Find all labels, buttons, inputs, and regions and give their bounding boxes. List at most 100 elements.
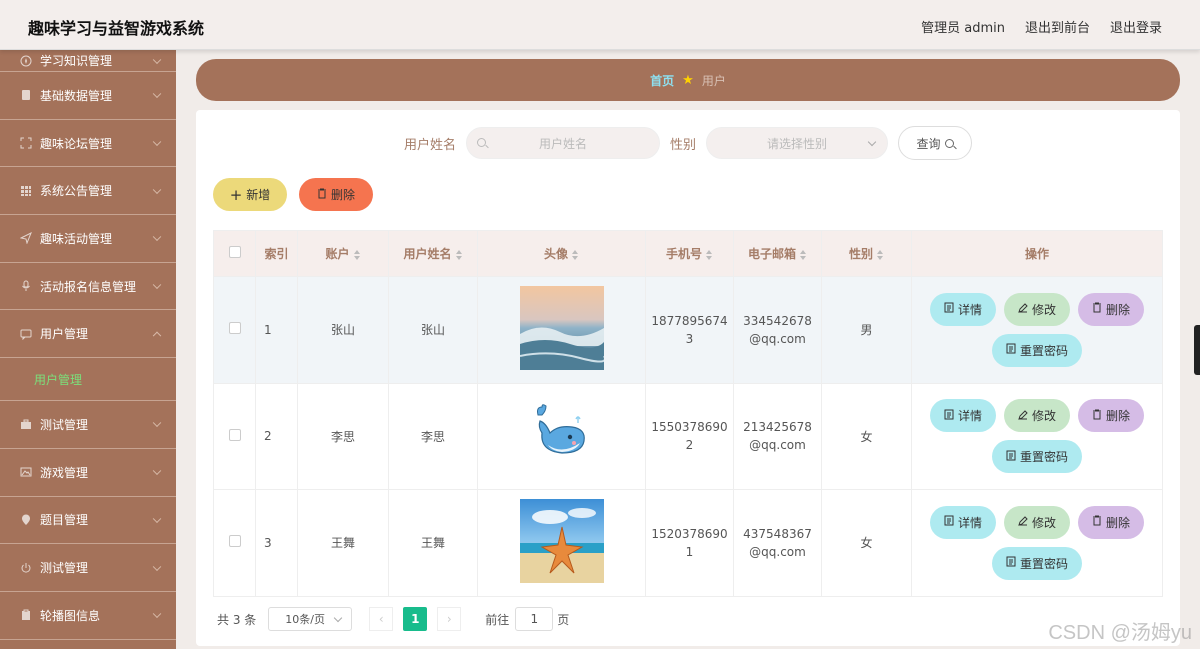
microphone-icon <box>20 280 32 292</box>
detail-button[interactable]: 详情 <box>930 292 996 326</box>
chevron-down-icon <box>152 185 162 194</box>
admin-user-label[interactable]: 管理员 admin <box>921 17 1005 36</box>
trash-icon <box>1092 515 1102 529</box>
sidebar-item-activity[interactable]: 趣味活动管理 <box>0 215 176 263</box>
row-checkbox[interactable] <box>228 535 241 548</box>
cell-ops: 详情 修改 删除 重置密码 <box>911 382 1163 490</box>
edit-button[interactable]: 修改 <box>1004 292 1070 326</box>
sidebar-subitem-users[interactable]: 用户管理 <box>0 358 176 402</box>
trash-icon <box>1092 409 1102 423</box>
batch-delete-button-label: 删除 <box>330 188 355 202</box>
add-button[interactable]: + 新增 <box>213 178 287 211</box>
col-header-avatar[interactable]: 头像 <box>477 230 646 277</box>
page-size-select[interactable]: 10条/页 <box>268 607 353 631</box>
top-bar: 趣味学习与益智游戏系统 管理员 admin 退出到前台 退出登录 <box>0 0 1200 50</box>
exit-to-front-link[interactable]: 退出到前台 <box>1025 17 1090 36</box>
document-icon <box>1006 450 1016 464</box>
chevron-down-icon <box>152 466 162 476</box>
cell-gender: 男 <box>821 276 912 384</box>
table-row[interactable]: 1 张山 张山 1877895674 3 334542678 @qq.com 男 <box>213 276 1163 384</box>
sort-icon <box>800 249 807 260</box>
sort-icon <box>353 249 361 260</box>
prev-page-button[interactable]: ‹ <box>369 607 394 631</box>
pagination-total: 共 3 条 <box>217 612 257 627</box>
sidebar-item-test-2[interactable]: 测试管理 <box>0 544 176 592</box>
page-size-value: 10条/页 <box>285 613 325 626</box>
cell-email: 437548367 @qq.com <box>733 489 822 597</box>
reset-password-button[interactable]: 重置密码 <box>992 333 1082 367</box>
next-page-button[interactable]: › <box>437 607 462 631</box>
action-buttons: + 新增 删除 <box>213 178 373 211</box>
goto-page-input[interactable]: 1 <box>515 607 554 631</box>
reset-password-button-label: 重置密码 <box>1019 343 1068 358</box>
chevron-down-icon <box>152 514 162 523</box>
cell-phone-line-2: 1 <box>685 544 694 559</box>
cell-avatar <box>477 382 646 490</box>
trash-icon <box>317 188 327 202</box>
reset-password-button-label: 重置密码 <box>1019 556 1068 571</box>
edit-button-label: 修改 <box>1031 409 1056 424</box>
name-filter-label: 用户姓名 <box>403 137 456 153</box>
sidebar-item-questions[interactable]: 题目管理 <box>0 497 176 545</box>
sidebar-item-signup[interactable]: 活动报名信息管理 <box>0 263 176 311</box>
cell-name: 王舞 <box>388 489 478 597</box>
delete-button[interactable]: 删除 <box>1078 505 1144 539</box>
name-search-input[interactable]: 用户姓名 <box>466 127 660 159</box>
table-row[interactable]: 3 王舞 王舞 1520378690 1 437548367 @qq.com 女… <box>213 489 1163 597</box>
sidebar-item-forum[interactable]: 趣味论坛管理 <box>0 120 176 168</box>
search-icon <box>944 138 954 148</box>
edit-button-label: 修改 <box>1031 515 1056 530</box>
col-header-index: 索引 <box>255 230 298 277</box>
sidebar-item-users[interactable]: 用户管理 <box>0 310 176 359</box>
goto-label: 前往 <box>485 612 510 627</box>
edit-button[interactable]: 修改 <box>1004 505 1070 539</box>
logout-link[interactable]: 退出登录 <box>1110 17 1162 36</box>
col-header-name[interactable]: 用户姓名 <box>388 230 478 277</box>
batch-delete-button[interactable]: 删除 <box>299 178 373 211</box>
chevron-down-icon <box>152 562 162 571</box>
col-header-account[interactable]: 账户 <box>297 230 389 277</box>
page-number-current[interactable]: 1 <box>403 607 428 631</box>
row-checkbox[interactable] <box>228 428 241 441</box>
sidebar-item-basic-data[interactable]: 基础数据管理 <box>0 72 176 120</box>
chevron-down-icon <box>152 280 162 290</box>
col-header-gender[interactable]: 性别 <box>821 230 912 277</box>
gender-select[interactable]: 请选择性别 <box>706 127 889 159</box>
delete-button[interactable]: 删除 <box>1078 399 1144 433</box>
send-icon <box>20 232 32 245</box>
cell-index: 1 <box>255 276 298 384</box>
delete-button[interactable]: 删除 <box>1078 292 1144 326</box>
sidebar-item-label: 系统公告管理 <box>40 184 113 199</box>
query-button[interactable]: 查询 <box>898 126 973 160</box>
scroll-handle[interactable] <box>1194 325 1200 375</box>
detail-button-label: 详情 <box>957 515 982 530</box>
row-checkbox[interactable] <box>228 322 241 335</box>
reset-password-button[interactable]: 重置密码 <box>992 546 1082 580</box>
col-header-phone[interactable]: 手机号 <box>645 230 734 277</box>
table-row[interactable]: 2 李思 李思 1550378690 2 213425678 @qq.com 女… <box>213 382 1163 490</box>
sidebar-item-study-knowledge[interactable]: 学习知识管理 <box>0 50 176 72</box>
star-icon: ★ <box>682 72 694 88</box>
breadcrumb-home[interactable]: 首页 <box>650 72 674 89</box>
select-all-checkbox[interactable] <box>228 246 241 258</box>
sidebar-item-test[interactable]: 测试管理 <box>0 401 176 449</box>
cell-index: 3 <box>255 489 298 597</box>
clipboard-icon <box>20 609 32 621</box>
delete-button-label: 删除 <box>1105 302 1130 317</box>
detail-button[interactable]: 详情 <box>930 505 996 539</box>
cell-gender: 女 <box>821 382 912 490</box>
col-header-email[interactable]: 电子邮箱 <box>733 230 822 277</box>
edit-button[interactable]: 修改 <box>1004 399 1070 433</box>
detail-button[interactable]: 详情 <box>930 399 996 433</box>
reset-password-button[interactable]: 重置密码 <box>992 440 1082 474</box>
document-icon <box>1006 343 1016 357</box>
sidebar-item-carousel[interactable]: 轮播图信息 <box>0 592 176 640</box>
sidebar-item-games[interactable]: 游戏管理 <box>0 449 176 497</box>
users-table: 索引 账户 用户姓名 头像 手机号 电子邮箱 性别 操作 1 张山 张山 187… <box>213 230 1163 597</box>
col-header-phone-label: 手机号 <box>665 247 702 261</box>
breadcrumb-current: 用户 <box>701 73 726 88</box>
sidebar-item-label: 趣味活动管理 <box>40 231 113 246</box>
cell-ops: 详情 修改 删除 重置密码 <box>911 489 1163 597</box>
sidebar-item-announcement[interactable]: 系统公告管理 <box>0 167 176 216</box>
sort-icon <box>706 249 713 260</box>
